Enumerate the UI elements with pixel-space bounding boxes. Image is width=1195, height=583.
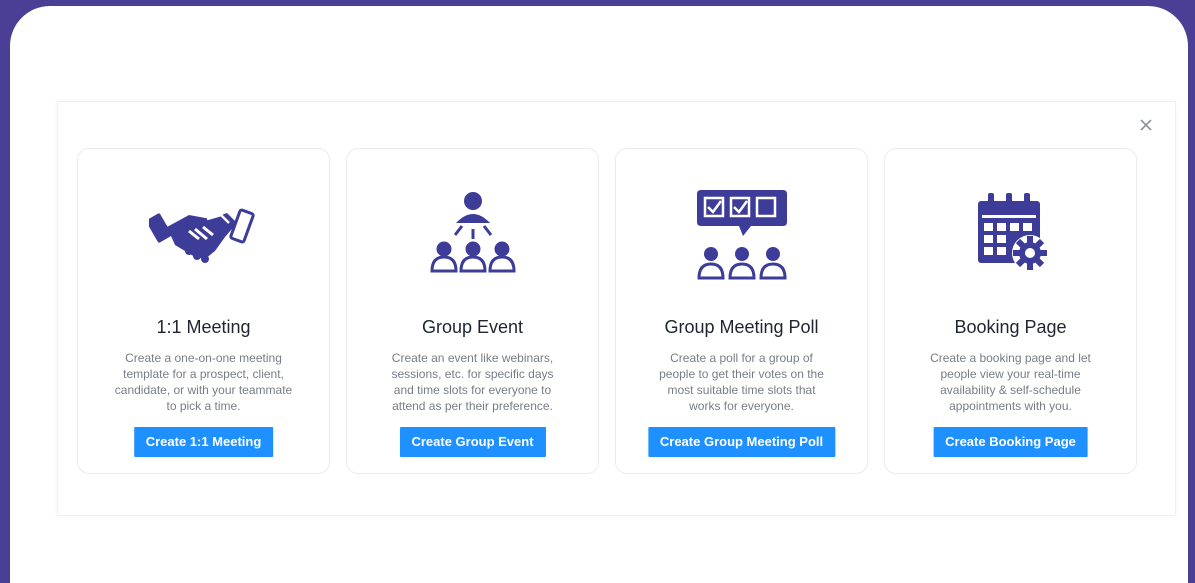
handshake-icon — [78, 181, 329, 291]
window-frame: 1:1 Meeting Create a one-on-one meeting … — [10, 6, 1188, 583]
meeting-type-modal: 1:1 Meeting Create a one-on-one meeting … — [57, 101, 1176, 516]
close-icon[interactable] — [1135, 114, 1157, 136]
card-booking-page: Booking Page Create a booking page and l… — [884, 148, 1137, 474]
card-group-meeting-poll: Group Meeting Poll Create a poll for a g… — [615, 148, 868, 474]
card-description: Create a booking page and let people vie… — [930, 351, 1091, 413]
create-group-event-button[interactable]: Create Group Event — [399, 427, 546, 457]
create-group-meeting-poll-button[interactable]: Create Group Meeting Poll — [647, 427, 836, 457]
card-title: 1:1 Meeting — [156, 317, 251, 337]
card-description: Create a one-on-one meeting template for… — [114, 351, 293, 413]
card-title: Group Meeting Poll — [664, 317, 819, 337]
card-title: Group Event — [421, 317, 524, 337]
card-title: Booking Page — [954, 317, 1067, 337]
create-one-on-one-meeting-button[interactable]: Create 1:1 Meeting — [133, 427, 274, 457]
group-hierarchy-icon — [347, 181, 598, 291]
poll-group-icon — [616, 181, 867, 291]
meeting-type-cards: 1:1 Meeting Create a one-on-one meeting … — [77, 148, 1137, 474]
card-description: Create an event like webinars, sessions,… — [391, 351, 554, 413]
calendar-gear-icon — [885, 181, 1136, 291]
card-group-event: Group Event Create an event like webinar… — [346, 148, 599, 474]
card-one-on-one-meeting: 1:1 Meeting Create a one-on-one meeting … — [77, 148, 330, 474]
create-booking-page-button[interactable]: Create Booking Page — [933, 427, 1088, 457]
card-description: Create a poll for a group of people to g… — [659, 351, 824, 413]
